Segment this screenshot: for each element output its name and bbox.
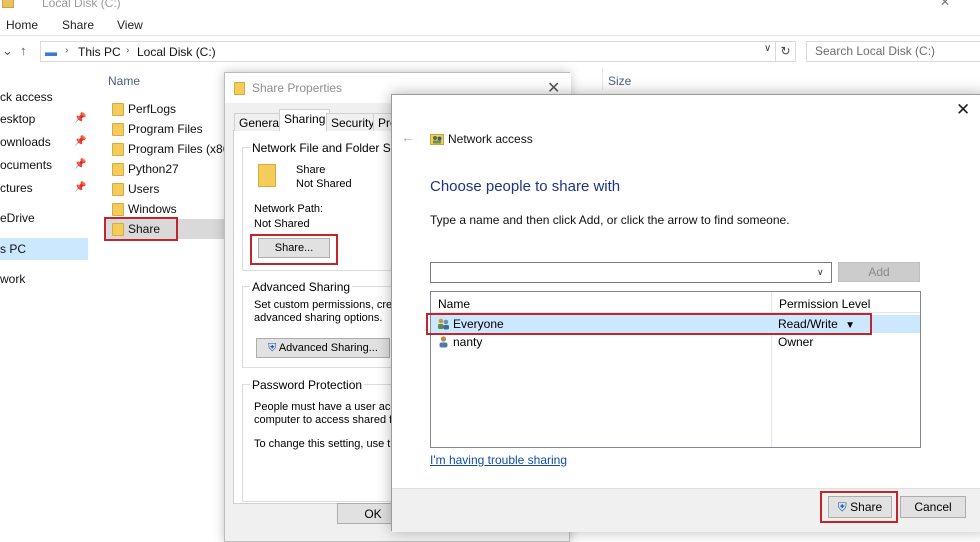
address-row: ⌄ ↑ ▬ › This PC › Local Disk (C:) ∨ ↻ Se… bbox=[0, 38, 980, 66]
advanced-sharing-button-label: Advanced Sharing... bbox=[278, 342, 378, 354]
entry-name: nanty bbox=[453, 335, 483, 349]
nav-item-onedrive[interactable]: eDrive bbox=[0, 211, 35, 225]
file-name: Program Files (x86) bbox=[128, 142, 234, 156]
folder-icon bbox=[234, 82, 245, 95]
chevron-right-icon[interactable]: › bbox=[65, 45, 68, 56]
file-row[interactable]: Python27 bbox=[104, 159, 230, 179]
pin-icon: 📌 bbox=[74, 113, 87, 124]
folder-name: Share bbox=[296, 164, 326, 176]
name-combo-input[interactable]: ∨ bbox=[430, 262, 832, 283]
advanced-sharing-button[interactable]: ⛨ Advanced Sharing... bbox=[256, 338, 390, 358]
network-path-value: Not Shared bbox=[254, 218, 310, 230]
file-name: Program Files bbox=[128, 122, 203, 136]
this-pc-icon: ▬ bbox=[45, 45, 57, 59]
folder-icon bbox=[2, 0, 14, 8]
tab-security[interactable]: Security bbox=[326, 113, 380, 131]
network-path-label: Network Path: bbox=[254, 203, 324, 215]
address-dropdown-icon[interactable]: ∨ bbox=[764, 43, 771, 54]
cancel-button[interactable]: Cancel bbox=[900, 496, 966, 518]
password-protection-group-title: Password Protection bbox=[250, 378, 365, 392]
recent-locations-icon[interactable]: ⌄ bbox=[2, 43, 13, 59]
folder-icon bbox=[112, 163, 124, 176]
ribbon-tab-home[interactable]: Home bbox=[6, 18, 38, 32]
folder-icon bbox=[258, 164, 276, 187]
highlight-box-share-folder bbox=[104, 217, 178, 241]
folder-icon bbox=[112, 183, 124, 196]
file-row[interactable]: Program Files (x86) bbox=[104, 139, 234, 159]
advanced-sharing-desc-line1: Set custom permissions, create bbox=[254, 299, 408, 311]
pin-icon: 📌 bbox=[74, 182, 87, 193]
folder-icon bbox=[112, 103, 124, 116]
nav-item-pictures[interactable]: ctures bbox=[0, 181, 33, 195]
close-icon[interactable]: ✕ bbox=[956, 100, 970, 120]
folder-icon bbox=[112, 203, 124, 216]
navigation-pane: ck access esktop 📌 ownloads 📌 ocuments 📌… bbox=[0, 66, 88, 531]
back-arrow-icon[interactable]: ← bbox=[401, 129, 415, 145]
ribbon: Home Share View bbox=[0, 14, 980, 36]
nav-item-quick-access[interactable]: ck access bbox=[0, 90, 53, 104]
uac-shield-icon: ⛨ bbox=[268, 342, 277, 354]
column-header-size[interactable]: Size bbox=[608, 74, 631, 88]
highlight-box-everyone-row bbox=[426, 313, 872, 335]
advanced-sharing-desc-line2: advanced sharing options. bbox=[254, 312, 383, 324]
nav-item-network[interactable]: work bbox=[0, 272, 25, 286]
column-header-name[interactable]: Name bbox=[108, 74, 140, 88]
password-desc-line1: People must have a user accou bbox=[254, 401, 409, 413]
file-name: PerfLogs bbox=[128, 102, 177, 116]
advanced-sharing-group-title: Advanced Sharing bbox=[250, 280, 353, 294]
pin-icon: 📌 bbox=[74, 136, 87, 147]
trouble-sharing-link[interactable]: I'm having trouble sharing bbox=[430, 453, 567, 467]
file-name: Windows bbox=[128, 202, 177, 216]
address-bar[interactable]: ▬ › This PC › Local Disk (C:) bbox=[40, 41, 776, 62]
highlight-box-share-button bbox=[250, 234, 338, 265]
list-column-permission[interactable]: Permission Level bbox=[779, 297, 870, 311]
up-arrow-icon[interactable]: ↑ bbox=[20, 43, 27, 58]
file-row[interactable]: Windows bbox=[104, 199, 230, 219]
file-name: Python27 bbox=[128, 162, 179, 176]
dialog-heading: Choose people to share with bbox=[430, 178, 621, 195]
password-desc-line3: To change this setting, use the bbox=[254, 438, 403, 450]
dialog-title: Network access bbox=[448, 132, 533, 146]
network-access-dialog: ✕ ← Network access Choose people to shar… bbox=[391, 94, 980, 532]
column-divider[interactable] bbox=[602, 68, 603, 90]
dialog-footer: ⛨ Share Cancel bbox=[392, 488, 980, 532]
network-users-icon bbox=[430, 134, 444, 145]
password-desc-line2: computer to access shared fold bbox=[254, 414, 407, 426]
tab-sharing[interactable]: Sharing bbox=[279, 109, 331, 131]
chevron-right-icon[interactable]: › bbox=[126, 45, 129, 56]
file-row[interactable]: Users bbox=[104, 179, 230, 199]
nav-item-this-pc[interactable]: s PC bbox=[0, 242, 26, 256]
user-icon bbox=[439, 336, 448, 348]
list-row-nanty[interactable]: nanty Owner bbox=[431, 333, 920, 351]
folder-icon bbox=[112, 143, 124, 156]
explorer-close-icon[interactable]: ✕ bbox=[940, 0, 950, 9]
file-row[interactable]: Program Files bbox=[104, 119, 230, 139]
refresh-icon[interactable]: ↻ bbox=[776, 41, 796, 62]
search-input[interactable]: Search Local Disk (C:) bbox=[806, 41, 980, 62]
explorer-titlebar: Local Disk (C:) ✕ bbox=[0, 0, 980, 14]
chevron-down-icon[interactable]: ∨ bbox=[817, 267, 824, 278]
ribbon-tab-view[interactable]: View bbox=[117, 18, 143, 32]
add-button[interactable]: Add bbox=[838, 262, 920, 282]
nav-item-desktop[interactable]: esktop bbox=[0, 112, 35, 126]
nav-item-documents[interactable]: ocuments bbox=[0, 158, 52, 172]
file-name: Users bbox=[128, 182, 160, 196]
permission-value: Owner bbox=[778, 335, 814, 349]
highlight-box-share-button bbox=[820, 491, 898, 523]
breadcrumb-this-pc[interactable]: This PC bbox=[78, 45, 121, 59]
pin-icon: 📌 bbox=[74, 159, 87, 170]
file-row[interactable]: PerfLogs bbox=[104, 99, 230, 119]
breadcrumb-local-disk[interactable]: Local Disk (C:) bbox=[137, 45, 216, 59]
folder-status: Not Shared bbox=[296, 178, 352, 190]
dialog-instruction: Type a name and then click Add, or click… bbox=[430, 213, 790, 227]
list-column-name[interactable]: Name bbox=[438, 297, 470, 311]
nav-item-downloads[interactable]: ownloads bbox=[0, 135, 51, 149]
properties-title: Share Properties bbox=[252, 81, 343, 95]
folder-icon bbox=[112, 123, 124, 136]
window-title: Local Disk (C:) bbox=[42, 0, 121, 10]
ribbon-tab-share[interactable]: Share bbox=[62, 18, 94, 32]
